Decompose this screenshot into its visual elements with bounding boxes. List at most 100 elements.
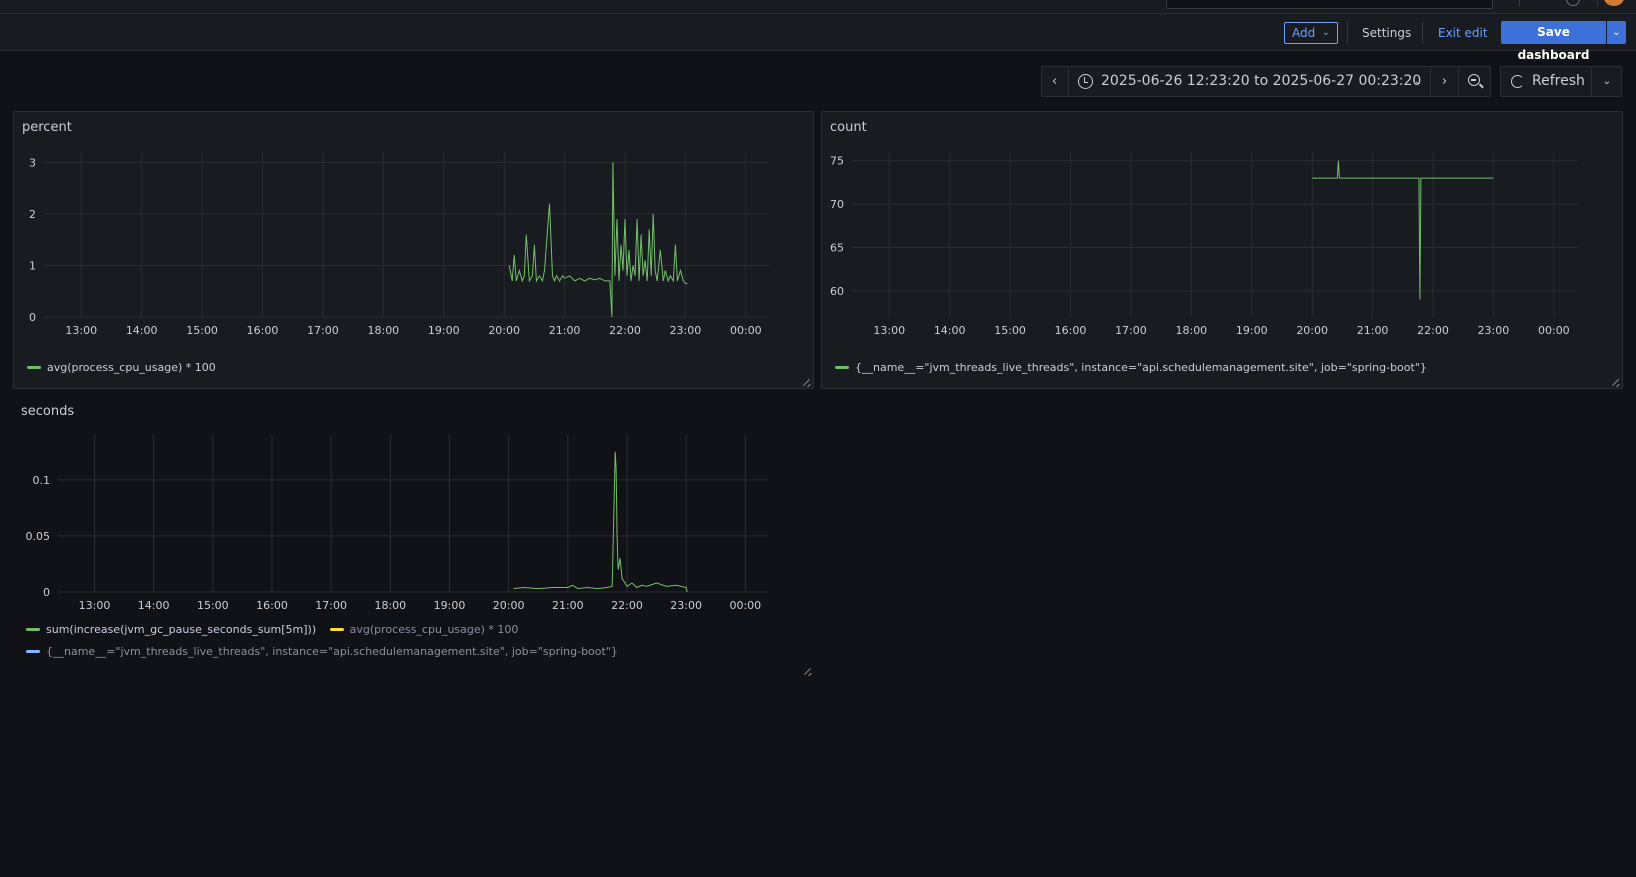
toolbar-divider xyxy=(1347,22,1348,44)
y-tick-label: 1 xyxy=(29,259,36,272)
series-line[interactable] xyxy=(513,451,688,593)
x-tick-label: 17:00 xyxy=(1115,324,1147,337)
y-tick-label: 70 xyxy=(830,198,844,211)
y-tick-label: 0 xyxy=(29,311,36,324)
legend: avg(process_cpu_usage) * 100 xyxy=(27,361,226,374)
legend-label: avg(process_cpu_usage) * 100 xyxy=(349,623,519,636)
x-tick-label: 00:00 xyxy=(729,599,761,612)
x-tick-label: 15:00 xyxy=(994,324,1026,337)
x-tick-label: 18:00 xyxy=(367,324,399,337)
x-tick-label: 19:00 xyxy=(1236,324,1268,337)
x-tick-label: 23:00 xyxy=(670,324,702,337)
time-range-forward-button[interactable]: › xyxy=(1431,66,1459,97)
resize-handle[interactable] xyxy=(804,667,812,675)
x-tick-label: 14:00 xyxy=(934,324,966,337)
x-tick-label: 22:00 xyxy=(609,324,641,337)
refresh-button[interactable]: Refresh xyxy=(1500,66,1592,97)
settings-button[interactable]: Settings xyxy=(1362,22,1411,44)
chart-seconds[interactable]: 13:00 14:00 15:00 16:00 17:00 18:00 19:00 20:00… xyxy=(13,430,814,642)
x-tick-label: 22:00 xyxy=(611,599,643,612)
zoom-handle xyxy=(1479,83,1484,89)
exit-edit-button[interactable]: Exit edit xyxy=(1438,22,1488,44)
legend-item[interactable]: avg(process_cpu_usage) * 100 xyxy=(329,623,519,636)
x-tick-label: 13:00 xyxy=(65,324,97,337)
x-tick-label: 22:00 xyxy=(1417,324,1449,337)
x-tick-label: 00:00 xyxy=(730,324,762,337)
refresh-interval-chevron-icon[interactable]: ⌄ xyxy=(1592,66,1622,97)
panel-seconds[interactable]: seconds 13:00 14:00 15:00 16:00 17:00 18:00 19… xyxy=(13,396,814,677)
legend-swatch xyxy=(835,365,849,369)
refresh-label: Refresh xyxy=(1532,73,1585,89)
clock-icon xyxy=(1078,74,1093,89)
x-tick-label: 14:00 xyxy=(138,599,170,612)
x-tick-label: 15:00 xyxy=(186,324,218,337)
x-tick-label: 13:00 xyxy=(873,324,905,337)
y-tick-label: 3 xyxy=(29,156,36,169)
x-tick-label: 20:00 xyxy=(493,599,525,612)
avatar[interactable] xyxy=(1604,0,1624,6)
legend: {__name__="jvm_threads_live_threads", in… xyxy=(26,645,628,658)
time-range-label: 2025-06-26 12:23:20 to 2025-06-27 00:23:… xyxy=(1101,73,1422,89)
x-tick-label: 21:00 xyxy=(549,324,581,337)
x-tick-label: 14:00 xyxy=(126,324,158,337)
resize-handle[interactable] xyxy=(803,378,811,386)
x-tick-label: 16:00 xyxy=(256,599,288,612)
legend: sum(increase(jvm_gc_pause_seconds_sum[5m… xyxy=(26,623,528,636)
x-tick-label: 13:00 xyxy=(79,599,111,612)
x-tick-label: 21:00 xyxy=(1357,324,1389,337)
x-tick-label: 16:00 xyxy=(247,324,279,337)
x-tick-label: 19:00 xyxy=(434,599,466,612)
save-options-chevron-icon[interactable]: ⌄ xyxy=(1607,21,1626,44)
legend-swatch xyxy=(329,627,344,631)
x-tick-label: 21:00 xyxy=(552,599,584,612)
chart-percent[interactable]: 13:00 14:00 15:00 16:00 17:00 18:00 19:00 20:00… xyxy=(14,147,815,362)
legend-label: avg(process_cpu_usage) * 100 xyxy=(47,361,216,374)
legend-label: sum(increase(jvm_gc_pause_seconds_sum[5m… xyxy=(46,623,317,636)
x-tick-label: 00:00 xyxy=(1538,324,1570,337)
legend-swatch xyxy=(27,365,41,369)
nav-divider xyxy=(1519,0,1520,6)
legend: {__name__="jvm_threads_live_threads", in… xyxy=(835,361,1437,374)
legend-item[interactable]: avg(process_cpu_usage) * 100 xyxy=(27,361,216,374)
series-line[interactable] xyxy=(508,162,688,318)
y-tick-label: 60 xyxy=(830,285,844,298)
series-line[interactable] xyxy=(1312,160,1494,300)
x-tick-label: 17:00 xyxy=(315,599,347,612)
panel-count[interactable]: count 13:00 14:00 15:00 16:00 17:00 18:00 19:0… xyxy=(821,111,1623,389)
x-tick-label: 23:00 xyxy=(670,599,702,612)
toolbar-divider xyxy=(1422,22,1423,44)
panel-title: percent xyxy=(22,120,72,135)
y-tick-label: 65 xyxy=(830,242,844,255)
y-tick-label: 2 xyxy=(29,208,36,221)
legend-swatch xyxy=(26,627,40,631)
save-dashboard-button[interactable]: Save dashboard xyxy=(1501,21,1606,62)
top-nav-bar xyxy=(0,0,1636,14)
chart-count[interactable]: 13:00 14:00 15:00 16:00 17:00 18:00 19:00 20:00… xyxy=(822,147,1624,362)
help-icon[interactable] xyxy=(1566,0,1580,6)
x-tick-label: 18:00 xyxy=(374,599,406,612)
y-tick-label: 75 xyxy=(830,155,844,168)
y-tick-label: 0.1 xyxy=(33,474,51,487)
y-tick-label: 0 xyxy=(43,586,50,599)
panel-percent[interactable]: percent 13:00 14:00 15:00 16:00 17:00 18:00 19… xyxy=(13,111,814,389)
legend-label: {__name__="jvm_threads_live_threads", in… xyxy=(46,645,618,658)
add-button[interactable]: Add ⌄ xyxy=(1284,22,1338,44)
legend-item[interactable]: sum(increase(jvm_gc_pause_seconds_sum[5m… xyxy=(26,623,316,636)
add-button-label: Add xyxy=(1292,26,1316,40)
legend-item[interactable]: {__name__="jvm_threads_live_threads", in… xyxy=(26,645,618,658)
resize-handle[interactable] xyxy=(1612,378,1620,386)
zoom-out-button[interactable] xyxy=(1459,66,1491,97)
panel-title: seconds xyxy=(21,404,75,419)
x-tick-label: 15:00 xyxy=(197,599,229,612)
time-range-picker-button[interactable]: 2025-06-26 12:23:20 to 2025-06-27 00:23:… xyxy=(1069,66,1431,97)
time-range-back-button[interactable]: ‹ xyxy=(1041,66,1069,97)
x-tick-label: 17:00 xyxy=(307,324,339,337)
x-tick-label: 20:00 xyxy=(1296,324,1328,337)
y-tick-label: 0.05 xyxy=(26,530,51,543)
legend-item[interactable]: {__name__="jvm_threads_live_threads", in… xyxy=(835,361,1427,374)
search-input[interactable] xyxy=(1166,0,1493,9)
refresh-icon xyxy=(1511,75,1524,88)
chevron-down-icon: ⌄ xyxy=(1321,27,1330,38)
panel-title: count xyxy=(830,120,867,135)
legend-swatch xyxy=(26,649,40,653)
